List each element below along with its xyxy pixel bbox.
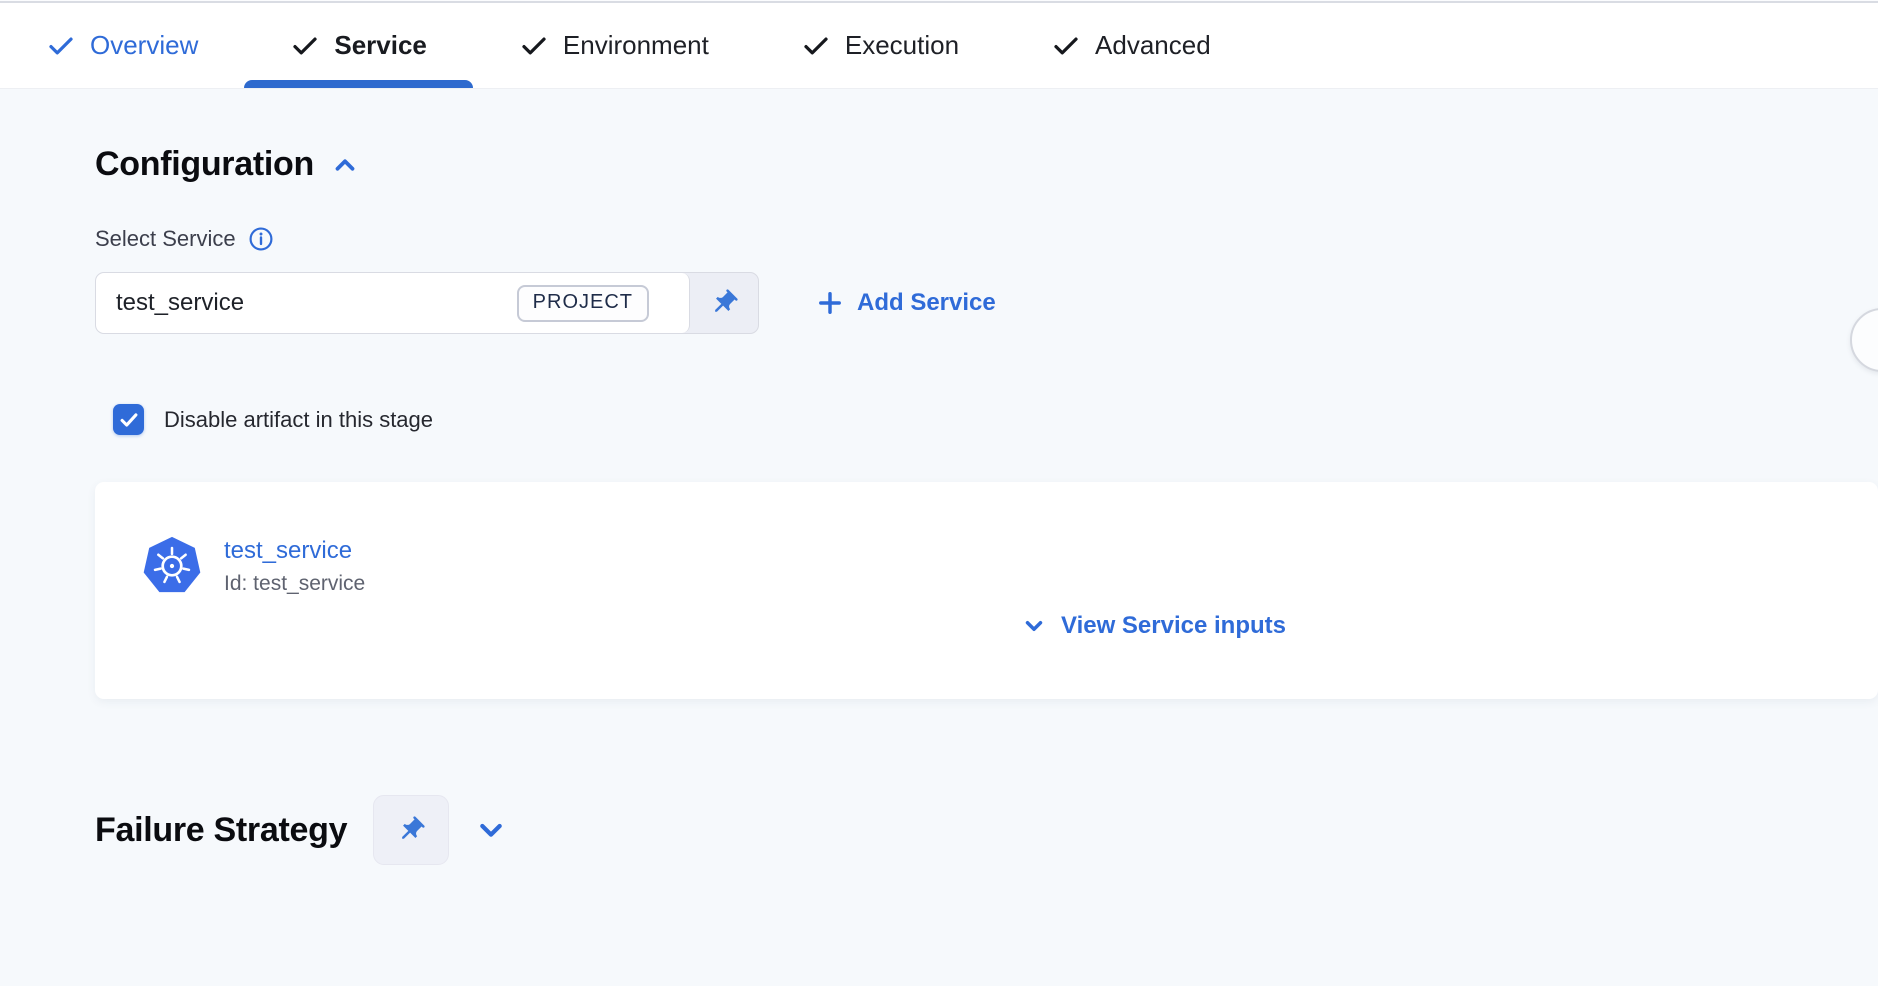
service-select-input-group: test_service PROJECT bbox=[95, 272, 759, 334]
pin-icon bbox=[703, 282, 745, 324]
plus-icon bbox=[817, 290, 843, 316]
service-select-input[interactable]: test_service PROJECT bbox=[96, 273, 690, 333]
service-name-link[interactable]: test_service bbox=[224, 537, 365, 565]
configuration-title: Configuration bbox=[95, 145, 314, 184]
tab-label: Service bbox=[334, 30, 427, 61]
tab-label: Advanced bbox=[1095, 30, 1211, 61]
failure-strategy-header: Failure Strategy bbox=[95, 795, 1878, 865]
stage-tabbar: Overview Service Environment Execution A… bbox=[0, 3, 1878, 89]
tab-label: Execution bbox=[845, 30, 959, 61]
checkbox-check-icon bbox=[118, 409, 140, 431]
add-service-label: Add Service bbox=[857, 289, 996, 317]
service-select-row: test_service PROJECT Add Service bbox=[95, 272, 1878, 334]
kubernetes-icon bbox=[140, 534, 204, 598]
pin-icon bbox=[390, 809, 432, 851]
failure-strategy-title: Failure Strategy bbox=[95, 811, 347, 850]
disable-artifact-label: Disable artifact in this stage bbox=[164, 407, 433, 433]
add-service-button[interactable]: Add Service bbox=[817, 289, 996, 317]
selected-service-card: test_service Id: test_service View Servi… bbox=[95, 482, 1878, 699]
view-service-inputs-label: View Service inputs bbox=[1061, 612, 1286, 640]
service-tab-content: Configuration Select Service test_servic… bbox=[0, 89, 1878, 865]
select-service-label: Select Service bbox=[95, 226, 236, 252]
tab-environment[interactable]: Environment bbox=[473, 3, 755, 88]
check-icon bbox=[290, 31, 320, 61]
failure-strategy-chevron-down-icon[interactable] bbox=[475, 814, 507, 846]
collapse-chevron-up-icon[interactable] bbox=[330, 150, 360, 180]
tab-overview[interactable]: Overview bbox=[0, 3, 244, 88]
view-service-inputs-toggle[interactable]: View Service inputs bbox=[1021, 612, 1286, 640]
fixed-value-pin-button[interactable] bbox=[690, 273, 758, 333]
tab-service[interactable]: Service bbox=[244, 3, 473, 88]
select-service-label-row: Select Service bbox=[95, 226, 1878, 252]
scope-badge: PROJECT bbox=[517, 285, 649, 322]
configuration-section-header: Configuration bbox=[95, 145, 1878, 184]
check-icon bbox=[1051, 31, 1081, 61]
service-text-block: test_service Id: test_service bbox=[224, 534, 365, 598]
check-icon bbox=[46, 31, 76, 61]
tab-execution[interactable]: Execution bbox=[755, 3, 1005, 88]
failure-strategy-pin-button[interactable] bbox=[373, 795, 449, 865]
tab-advanced[interactable]: Advanced bbox=[1005, 3, 1257, 88]
service-input-value: test_service bbox=[116, 289, 244, 317]
check-icon bbox=[801, 31, 831, 61]
info-icon[interactable] bbox=[248, 226, 274, 252]
tab-label: Environment bbox=[563, 30, 709, 61]
disable-artifact-checkbox[interactable] bbox=[113, 404, 144, 435]
service-summary: test_service Id: test_service bbox=[140, 534, 365, 598]
disable-artifact-row: Disable artifact in this stage bbox=[113, 404, 1878, 435]
chevron-down-icon bbox=[1021, 613, 1047, 639]
check-icon bbox=[519, 31, 549, 61]
service-id-text: Id: test_service bbox=[224, 572, 365, 596]
tab-label: Overview bbox=[90, 30, 198, 61]
